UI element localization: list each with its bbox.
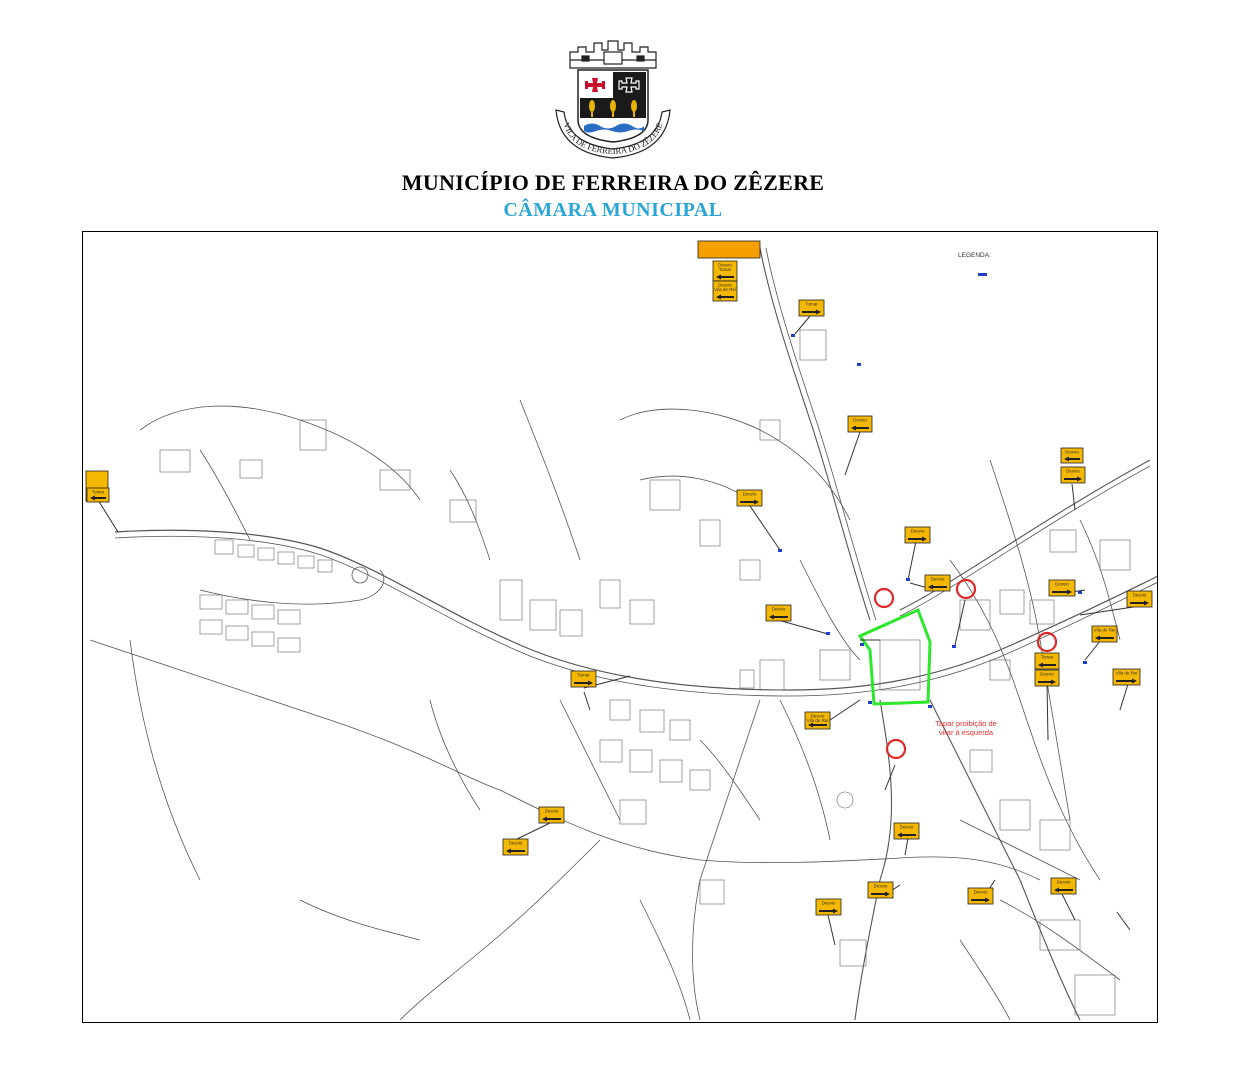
- detour-sign-label: Desvio: [1066, 469, 1080, 474]
- detour-sign[interactable]: Desvio: [1048, 579, 1076, 597]
- detour-sign[interactable]: Vila de Rei: [1112, 668, 1141, 686]
- detour-sign-label: Desvio: [743, 492, 757, 497]
- detour-sign[interactable]: Desvio: [1060, 466, 1086, 484]
- detour-sign-label: Desvio: [545, 809, 559, 814]
- map-legend: LEGENDA:: [958, 252, 991, 276]
- detour-sign[interactable]: Desvio: [736, 489, 763, 507]
- detour-sign-label: Desvio: [1040, 672, 1054, 677]
- detour-sign[interactable]: Desvio: [538, 806, 565, 824]
- detour-sign-label: Desvio: [853, 418, 867, 423]
- detour-sign-sublabel: Tomar: [719, 267, 732, 272]
- street-network: [89, 247, 1157, 1021]
- restriction-note-line1: Tapar proibição de: [935, 719, 997, 728]
- detour-sign-label: Desvio: [931, 577, 945, 582]
- detour-sign[interactable]: Tomar: [798, 299, 825, 317]
- detour-sign-label: Desvio: [1133, 593, 1147, 598]
- detour-sign[interactable]: Desvio: [1034, 669, 1060, 687]
- detour-signs: DesvioTomarDesvioVila de ReiTomarDesvioT…: [85, 260, 1153, 916]
- detour-sign-label: Desvio: [874, 884, 888, 889]
- detour-sign[interactable]: Desvio: [815, 898, 842, 916]
- detour-sign-label: Tomar: [577, 673, 590, 678]
- detour-sign[interactable]: DesvioVila de Rei: [804, 711, 831, 730]
- detour-sign-label: Desvio: [772, 607, 786, 612]
- detour-sign[interactable]: Desvio: [1060, 447, 1084, 464]
- detour-sign[interactable]: Tomar: [570, 670, 597, 688]
- detour-sign[interactable]: Desvio: [893, 822, 920, 840]
- detour-sign[interactable]: DesvioTomar: [712, 260, 738, 282]
- restriction-note-line2: virar à esquerda: [939, 728, 994, 737]
- top-note-box: [697, 240, 761, 259]
- detour-sign-sublabel: Vila de Rei: [714, 287, 736, 292]
- detour-sign-label: Vila de Rei: [1116, 671, 1138, 676]
- detour-map[interactable]: Tapar proibição de virar à esquerda LEGE…: [0, 0, 1241, 1071]
- no-entry-circle: [885, 738, 907, 760]
- detour-sign[interactable]: Desvio: [924, 574, 951, 592]
- detour-sign-label: Desvio: [1055, 582, 1069, 587]
- detour-sign-label: Desvio: [974, 890, 988, 895]
- detour-sign-label: Tomar: [805, 302, 818, 307]
- detour-sign[interactable]: Desvio: [847, 415, 873, 433]
- detour-sign[interactable]: Desvio: [765, 604, 792, 622]
- detour-sign[interactable]: DesvioVila de Rei: [712, 280, 738, 302]
- building-blocks: [159, 329, 1131, 1016]
- detour-sign[interactable]: Desvio: [502, 838, 529, 856]
- detour-sign-label: Tomar: [92, 490, 105, 495]
- detour-sign-label: Desvio: [822, 901, 836, 906]
- legend-marker: [978, 273, 987, 276]
- detour-sign[interactable]: Desvio: [967, 887, 994, 905]
- legend-title: LEGENDA:: [958, 252, 991, 259]
- no-entry-circle: [873, 587, 895, 609]
- detour-sign-label: Tomar: [1041, 655, 1054, 660]
- detour-sign-label: Desvio: [1057, 880, 1071, 885]
- detour-sign[interactable]: Desvio: [1126, 590, 1153, 608]
- detour-sign[interactable]: Tomar: [86, 487, 110, 503]
- detour-sign-label: Desvio: [911, 529, 925, 534]
- detour-sign[interactable]: Desvio: [904, 526, 931, 544]
- detour-sign-sublabel: Vila de Rei: [807, 718, 829, 723]
- detour-sign[interactable]: Vila de Rei: [1091, 625, 1118, 643]
- detour-sign[interactable]: Desvio: [867, 881, 894, 899]
- detour-sign[interactable]: Tomar: [1034, 652, 1060, 670]
- sign-pointer-lines: [97, 315, 1141, 946]
- detour-sign-label: Desvio: [1065, 450, 1079, 455]
- detour-sign[interactable]: Desvio: [1050, 877, 1077, 895]
- barrier-markers: [778, 334, 1087, 708]
- detour-sign-label: Desvio: [900, 825, 914, 830]
- detour-sign-label: Desvio: [509, 841, 523, 846]
- detour-sign-label: Vila de Rei: [1094, 628, 1116, 633]
